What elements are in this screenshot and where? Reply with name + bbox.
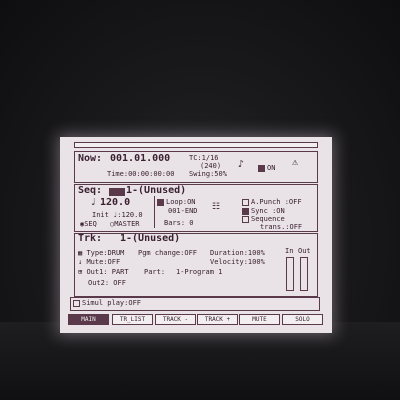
tempo-note-icon: ♩ bbox=[90, 197, 97, 208]
duration-field[interactable]: Duration:100% bbox=[210, 249, 265, 257]
trk-label: Trk: bbox=[78, 233, 103, 244]
program-field[interactable]: 1-Program 1 bbox=[176, 268, 222, 276]
out2-field[interactable]: Out2: OFF bbox=[88, 279, 126, 287]
sequence-trans-checkbox[interactable] bbox=[242, 215, 249, 223]
track-grid-icon: ☷ bbox=[212, 202, 221, 212]
tab-main[interactable]: MAIN bbox=[68, 314, 109, 325]
simul-play-toggle[interactable]: Simul play:OFF bbox=[73, 299, 141, 307]
out1-field[interactable]: ⊞ Out1: PART bbox=[78, 268, 129, 276]
now-label: Now: bbox=[78, 153, 103, 164]
metronome-toggle[interactable]: ON bbox=[258, 164, 275, 172]
mute-field[interactable]: ↓ Mute:OFF bbox=[78, 258, 120, 266]
sync-label: Sync :ON bbox=[251, 207, 285, 215]
part-label: Part: bbox=[144, 268, 166, 276]
lcd-screen: Now: 001.01.000 Time:00:00:00:00 TC:1/16… bbox=[60, 137, 332, 333]
tab-tr-list[interactable]: TR_LIST bbox=[112, 314, 153, 325]
metronome-note-icon: ♪ bbox=[238, 159, 245, 170]
auto-punch-label: A.Punch :OFF bbox=[251, 198, 302, 206]
auto-punch-checkbox[interactable] bbox=[242, 198, 249, 206]
track-type-field[interactable]: ▦ Type:DRUM bbox=[78, 249, 124, 257]
seq-label: Seq: bbox=[78, 185, 103, 196]
trk-name[interactable]: 1-(Unused) bbox=[120, 234, 180, 244]
drum-pad-icon: ▦ bbox=[78, 249, 83, 257]
auto-punch-toggle[interactable]: A.Punch :OFF bbox=[242, 198, 302, 206]
seq-name[interactable]: 1-(Unused) bbox=[126, 186, 186, 196]
tab-solo-label: SOLO bbox=[295, 316, 310, 323]
simul-play-label: Simul play:OFF bbox=[82, 299, 142, 307]
seq-radio-label: SEQ bbox=[84, 220, 97, 228]
metronome-checkbox[interactable] bbox=[258, 164, 265, 172]
timing-correct-sub: (240) bbox=[200, 162, 222, 170]
device-lower-edge bbox=[0, 322, 400, 400]
tab-track-minus-label: TRACK - bbox=[162, 316, 189, 323]
song-position-bar bbox=[74, 142, 318, 148]
tempo-value[interactable]: 120.0 bbox=[100, 198, 130, 208]
simul-play-checkbox[interactable] bbox=[73, 299, 80, 307]
seq-number-field[interactable] bbox=[109, 188, 125, 196]
bars-value: Bars: 0 bbox=[164, 219, 194, 227]
pgm-change-field[interactable]: Pgm change:OFF bbox=[138, 249, 197, 257]
output-icon: ⊞ bbox=[78, 268, 83, 276]
mute-value: Mute:OFF bbox=[86, 258, 121, 266]
warning-icon: ⚠ bbox=[292, 157, 299, 168]
metronome-label: ON bbox=[267, 164, 276, 172]
swing-value[interactable]: Swing:50% bbox=[189, 170, 227, 178]
init-tempo: Init ♩:120.0 bbox=[92, 211, 143, 219]
tab-track-plus[interactable]: TRACK + bbox=[197, 314, 238, 325]
now-position[interactable]: 001.01.000 bbox=[110, 154, 170, 164]
out-meter-label: Out bbox=[298, 247, 311, 255]
tab-track-minus[interactable]: TRACK - bbox=[155, 314, 196, 325]
out1-value: Out1: PART bbox=[86, 268, 129, 276]
sync-toggle[interactable]: Sync :ON bbox=[242, 207, 285, 215]
tab-mute-label: MUTE bbox=[252, 316, 267, 323]
tempo-source-master[interactable]: ○MASTER bbox=[110, 220, 140, 228]
in-level-meter bbox=[286, 257, 294, 291]
loop-checkbox[interactable] bbox=[157, 198, 164, 206]
timing-correct[interactable]: TC:1/16 bbox=[189, 154, 219, 162]
in-meter-label: In bbox=[285, 247, 294, 255]
sequence-trans-value: trans.:OFF bbox=[260, 223, 303, 231]
out-level-meter bbox=[300, 257, 308, 291]
loop-label: Loop:ON bbox=[166, 198, 196, 206]
now-time: Time:00:00:00:00 bbox=[107, 170, 175, 178]
tempo-source-seq[interactable]: ◉SEQ bbox=[80, 220, 97, 228]
tab-main-label: MAIN bbox=[81, 316, 96, 323]
master-radio-label: MASTER bbox=[114, 220, 140, 228]
tab-mute[interactable]: MUTE bbox=[239, 314, 280, 325]
tab-track-plus-label: TRACK + bbox=[204, 316, 231, 323]
velocity-field[interactable]: Velocity:100% bbox=[210, 258, 265, 266]
sequence-label: Sequence bbox=[251, 215, 285, 223]
track-type-value: Type:DRUM bbox=[86, 249, 125, 257]
loop-range[interactable]: 001-END bbox=[168, 207, 198, 215]
tab-solo[interactable]: SOLO bbox=[282, 314, 323, 325]
tab-tr-list-label: TR_LIST bbox=[119, 316, 146, 323]
loop-toggle[interactable]: Loop:ON bbox=[157, 198, 196, 206]
mute-arrow-icon: ↓ bbox=[78, 258, 83, 266]
sequence-trans-toggle[interactable]: Sequence bbox=[242, 215, 285, 223]
sync-checkbox[interactable] bbox=[242, 207, 249, 215]
loop-divider bbox=[154, 196, 155, 228]
